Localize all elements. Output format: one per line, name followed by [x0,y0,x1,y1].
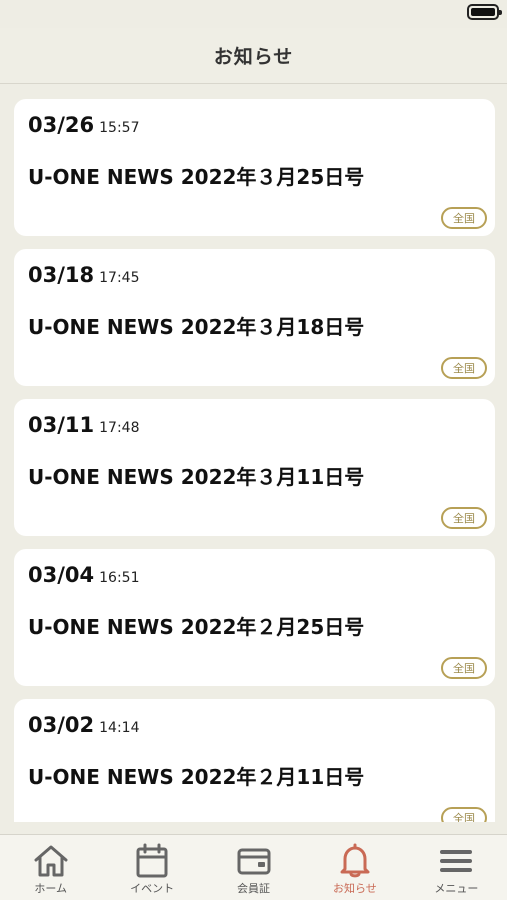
news-date-day: 03/04 [28,563,95,587]
navigation-bar: お知らせ [0,28,507,84]
region-badge: 全国 [441,207,487,229]
calendar-icon [136,843,168,878]
tab-news[interactable]: お知らせ [304,835,405,900]
news-date: 03/04 16:51 [28,563,139,587]
status-bar [0,0,507,28]
region-badge: 全国 [441,507,487,529]
tab-label: メニュー [434,882,479,895]
menu-icon [440,850,473,872]
news-date-time: 16:51 [99,570,140,586]
news-date: 03/02 14:14 [28,713,139,737]
news-date-day: 03/18 [28,263,95,287]
tab-home[interactable]: ホーム [0,835,101,900]
news-date: 03/18 17:45 [28,263,139,287]
tab-events[interactable]: イベント [101,835,202,900]
news-title: U-ONE NEWS 2022年３月25日号 [28,165,365,189]
news-date-time: 14:14 [99,720,140,736]
bell-icon [340,843,370,878]
news-card[interactable]: 03/11 17:48 U-ONE NEWS 2022年３月11日号 全国 [14,399,495,536]
news-title: U-ONE NEWS 2022年２月11日号 [28,765,365,789]
tab-bar: ホーム イベント 会員証 お知らせ メニュー [0,834,507,900]
news-card[interactable]: 03/18 17:45 U-ONE NEWS 2022年３月18日号 全国 [14,249,495,386]
news-card[interactable]: 03/26 15:57 U-ONE NEWS 2022年３月25日号 全国 [14,99,495,236]
news-date: 03/26 15:57 [28,113,139,137]
news-date-day: 03/11 [28,413,95,437]
news-card[interactable]: 03/02 14:14 U-ONE NEWS 2022年２月11日号 全国 [14,699,495,822]
news-date-day: 03/26 [28,113,95,137]
tab-label: 会員証 [237,882,271,895]
battery-icon [467,4,502,20]
member-card-icon [237,848,271,875]
tab-label: お知らせ [333,882,377,895]
news-date-time: 15:57 [99,120,140,136]
tab-menu[interactable]: メニュー [406,835,507,900]
page-title: お知らせ [213,46,294,68]
region-badge: 全国 [441,657,487,679]
tab-member-card[interactable]: 会員証 [203,835,304,900]
home-icon [34,845,68,877]
news-title: U-ONE NEWS 2022年３月18日号 [28,315,365,339]
news-date-day: 03/02 [28,713,95,737]
region-badge: 全国 [441,807,487,822]
tab-label: ホーム [34,882,68,895]
tab-label: イベント [130,882,175,895]
news-date-time: 17:48 [99,420,140,436]
news-card[interactable]: 03/04 16:51 U-ONE NEWS 2022年２月25日号 全国 [14,549,495,686]
region-badge: 全国 [441,357,487,379]
news-date-time: 17:45 [99,270,140,286]
news-list[interactable]: 03/26 15:57 U-ONE NEWS 2022年３月25日号 全国 03… [0,85,507,822]
news-date: 03/11 17:48 [28,413,139,437]
news-title: U-ONE NEWS 2022年２月25日号 [28,615,365,639]
news-title: U-ONE NEWS 2022年３月11日号 [28,465,365,489]
